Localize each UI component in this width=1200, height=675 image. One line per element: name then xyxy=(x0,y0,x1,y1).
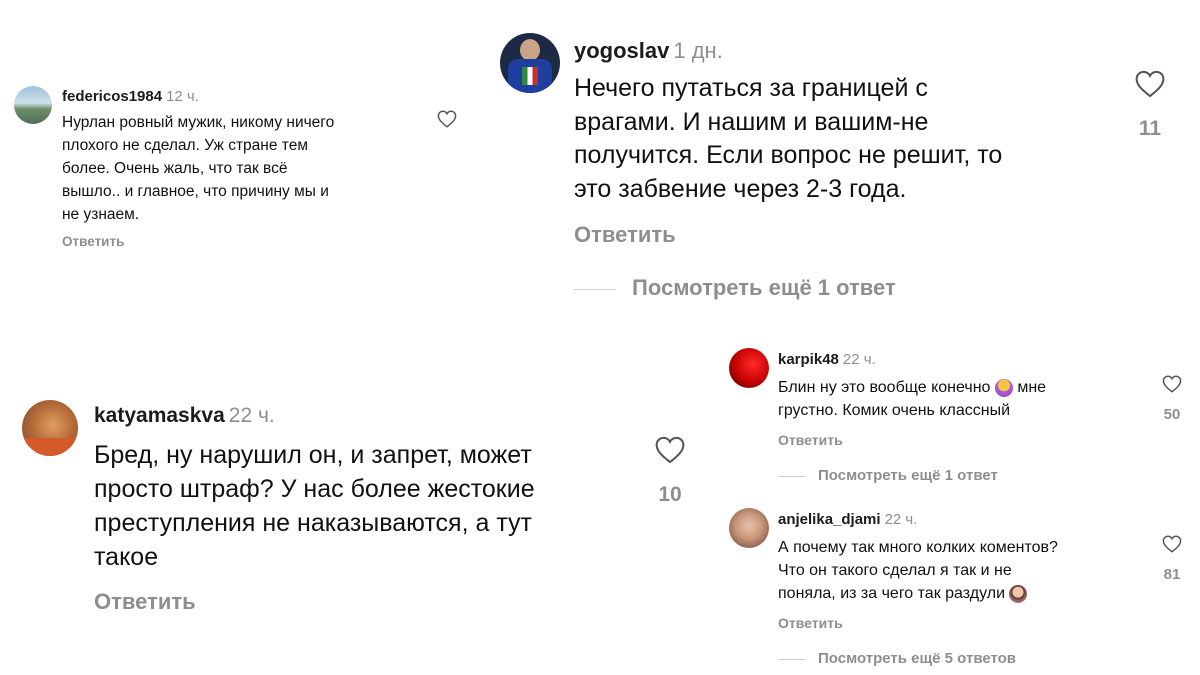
username-text[interactable]: anjelika_djami xyxy=(778,511,881,528)
avatar[interactable] xyxy=(729,508,769,548)
facepalm-emoji-icon xyxy=(1009,584,1028,603)
heart-icon[interactable] xyxy=(437,110,457,128)
divider xyxy=(574,288,616,290)
username-text[interactable]: yogoslav xyxy=(574,38,669,63)
timestamp: 22 ч. xyxy=(884,511,918,528)
username-text[interactable]: federicos1984 xyxy=(62,88,162,105)
heart-icon[interactable] xyxy=(1134,70,1166,98)
username[interactable]: katyamaskva 22 ч. xyxy=(94,404,275,428)
view-more-replies[interactable]: Посмотреть ещё 1 ответ xyxy=(778,467,998,484)
comment-text: Блин ну это вообще конечно мне грустно. … xyxy=(778,376,1138,422)
avatar[interactable] xyxy=(22,400,78,456)
comment-text: А почему так много колких коментов? Что … xyxy=(778,536,1158,605)
timestamp: 1 дн. xyxy=(673,38,723,63)
avatar[interactable] xyxy=(500,33,560,93)
view-more-replies-label[interactable]: Посмотреть ещё 5 ответов xyxy=(818,650,1016,667)
reply-button[interactable]: Ответить xyxy=(778,615,843,631)
comment-text-part: Блин ну это вообще конечно xyxy=(778,379,995,396)
like-count[interactable]: 81 xyxy=(1156,566,1188,583)
timestamp: 22 ч. xyxy=(228,404,275,427)
heart-icon[interactable] xyxy=(1162,375,1182,393)
like-count[interactable]: 11 xyxy=(1130,117,1170,141)
divider xyxy=(778,475,806,477)
view-more-replies-label[interactable]: Посмотреть ещё 1 ответ xyxy=(632,275,896,300)
timestamp: 22 ч. xyxy=(842,351,876,368)
heart-icon[interactable] xyxy=(1162,535,1182,553)
comment-text: Бред, ну нарушил он, и запрет, может про… xyxy=(94,441,535,571)
avatar-face xyxy=(520,39,540,61)
timestamp: 12 ч. xyxy=(166,88,199,105)
view-more-replies[interactable]: Посмотреть ещё 5 ответов xyxy=(778,650,1016,667)
username[interactable]: anjelika_djami 22 ч. xyxy=(778,511,917,528)
avatar-accent xyxy=(22,438,78,456)
username-text[interactable]: katyamaskva xyxy=(94,404,225,427)
avatar[interactable] xyxy=(14,86,52,124)
shrug-emoji-icon xyxy=(994,378,1013,397)
view-more-replies[interactable]: Посмотреть ещё 1 ответ xyxy=(574,275,896,301)
avatar[interactable] xyxy=(729,348,769,388)
comment-text: Нурлан ровный мужик, никому ничего плохо… xyxy=(62,114,335,223)
reply-button[interactable]: Ответить xyxy=(94,589,196,615)
reply-button[interactable]: Ответить xyxy=(778,432,843,448)
view-more-replies-label[interactable]: Посмотреть ещё 1 ответ xyxy=(818,467,998,484)
username[interactable]: yogoslav 1 дн. xyxy=(574,38,723,64)
like-count[interactable]: 10 xyxy=(650,483,690,507)
reply-button[interactable]: Ответить xyxy=(62,234,124,249)
username-text[interactable]: karpik48 xyxy=(778,351,839,368)
comment-text: Нечего путаться за границей с врагами. И… xyxy=(574,74,1003,203)
divider xyxy=(778,658,806,660)
username[interactable]: federicos1984 12 ч. xyxy=(62,88,199,105)
username[interactable]: karpik48 22 ч. xyxy=(778,351,876,368)
like-count[interactable]: 50 xyxy=(1156,406,1188,423)
heart-icon[interactable] xyxy=(654,436,686,464)
reply-button[interactable]: Ответить xyxy=(574,222,676,248)
avatar-flag xyxy=(522,67,538,85)
